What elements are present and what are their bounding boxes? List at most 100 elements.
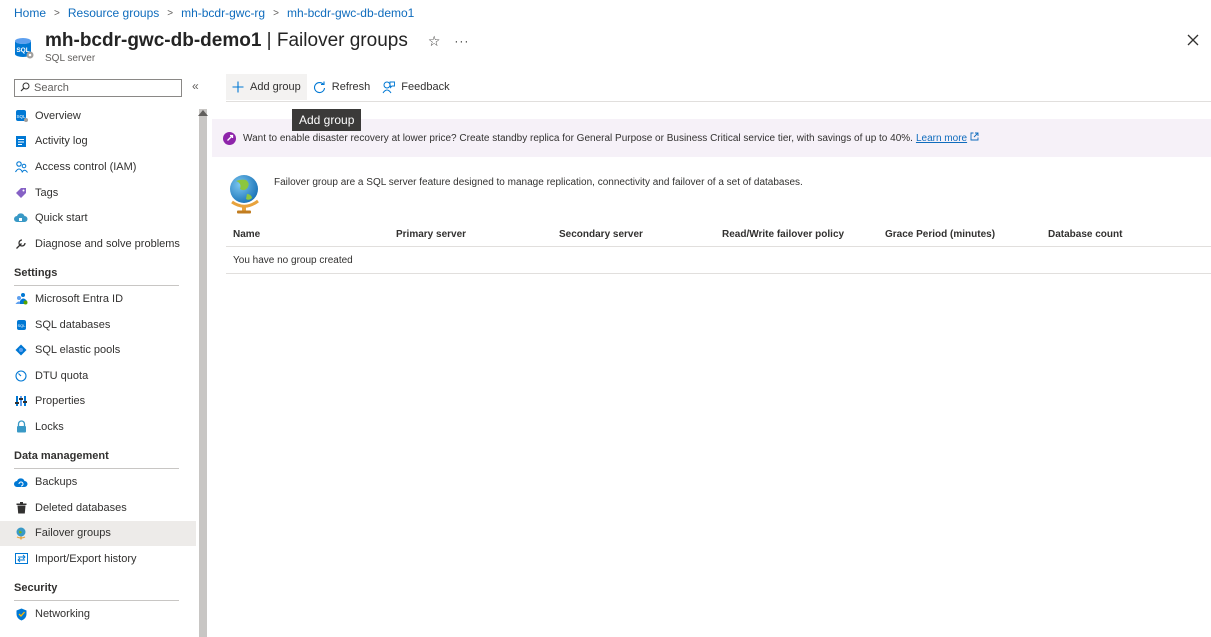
- sql-server-icon: SQL: [14, 37, 34, 59]
- banner-text: Want to enable disaster recovery at lowe…: [243, 132, 913, 144]
- learn-more-link[interactable]: Learn more: [916, 133, 967, 144]
- sidebar-item-locks[interactable]: Locks: [0, 414, 196, 440]
- empty-state-row: You have no group created: [226, 247, 1211, 274]
- sidebar-item-diagnose[interactable]: Diagnose and solve problems: [0, 231, 196, 257]
- gauge-icon: [14, 369, 28, 383]
- breadcrumb-home[interactable]: Home: [14, 6, 46, 20]
- globe-icon: [14, 526, 28, 540]
- feedback-button[interactable]: Feedback: [376, 74, 455, 100]
- section-settings: Settings: [0, 257, 196, 286]
- svg-text:SQL: SQL: [17, 323, 26, 328]
- chevron-right-icon: >: [167, 7, 174, 19]
- sidebar-item-deleted-databases[interactable]: Deleted databases: [0, 495, 196, 521]
- search-input[interactable]: [30, 82, 170, 94]
- column-header-grace-period[interactable]: Grace Period (minutes): [878, 229, 1041, 240]
- rocket-icon: [223, 131, 236, 145]
- sidebar-item-label: Import/Export history: [35, 552, 137, 565]
- column-header-name[interactable]: Name: [226, 229, 389, 240]
- import-export-icon: [14, 552, 28, 566]
- sidebar: « SQL Overview Activity log Access contr…: [0, 76, 210, 637]
- sidebar-item-properties[interactable]: Properties: [0, 389, 196, 415]
- page-title: mh-bcdr-gwc-db-demo1 | Failover groups: [45, 30, 408, 52]
- properties-icon: [14, 394, 28, 408]
- close-icon[interactable]: [1183, 30, 1203, 50]
- elastic-pool-icon: [14, 343, 28, 357]
- breadcrumb-resource-groups[interactable]: Resource groups: [68, 6, 159, 20]
- sidebar-item-tags[interactable]: Tags: [0, 180, 196, 206]
- sidebar-item-failover-groups[interactable]: Failover groups: [0, 520, 196, 547]
- sidebar-item-quick-start[interactable]: Quick start: [0, 205, 196, 231]
- more-options-icon[interactable]: ···: [454, 34, 469, 48]
- sidebar-item-label: Deleted databases: [35, 501, 127, 514]
- intro-text: Failover group are a SQL server feature …: [274, 177, 803, 188]
- chevron-right-icon: >: [54, 7, 60, 19]
- sidebar-item-label: SQL databases: [35, 318, 111, 331]
- table-header: Name Primary server Secondary server Rea…: [226, 223, 1211, 247]
- backup-cloud-icon: [14, 475, 28, 489]
- sidebar-item-networking[interactable]: Networking: [0, 601, 196, 627]
- refresh-icon: [313, 81, 326, 94]
- page-header: SQL mh-bcdr-gwc-db-demo1 | Failover grou…: [14, 29, 469, 64]
- sidebar-item-dtu-quota[interactable]: DTU quota: [0, 363, 196, 389]
- chevron-right-icon: >: [273, 7, 279, 19]
- feedback-icon: [382, 81, 396, 94]
- feedback-label: Feedback: [401, 81, 450, 93]
- section-data-management: Data management: [0, 440, 196, 469]
- scroll-up-arrow-icon[interactable]: [198, 110, 208, 116]
- sql-db-icon: SQL: [14, 318, 28, 332]
- failover-groups-table: Name Primary server Secondary server Rea…: [226, 223, 1211, 274]
- page-name: | Failover groups: [266, 30, 408, 51]
- sidebar-item-overview[interactable]: SQL Overview: [0, 103, 196, 129]
- collapse-sidebar-icon[interactable]: «: [192, 79, 199, 93]
- add-group-tooltip: Add group: [292, 109, 362, 131]
- lock-icon: [14, 420, 28, 434]
- sidebar-item-label: Backups: [35, 476, 78, 489]
- add-group-button[interactable]: Add group: [226, 74, 307, 100]
- favorite-star-icon[interactable]: ☆: [428, 33, 441, 50]
- section-security: Security: [0, 572, 196, 601]
- sidebar-item-label: Properties: [35, 395, 86, 408]
- sidebar-item-label: Access control (IAM): [35, 160, 137, 173]
- sql-server-icon: SQL: [14, 109, 28, 123]
- column-header-database-count[interactable]: Database count: [1041, 229, 1204, 240]
- breadcrumb-resource-group[interactable]: mh-bcdr-gwc-rg: [181, 6, 265, 20]
- plus-icon: [232, 81, 244, 93]
- refresh-label: Refresh: [331, 81, 371, 93]
- sidebar-nav: SQL Overview Activity log Access control…: [0, 103, 196, 627]
- add-group-label: Add group: [250, 81, 301, 93]
- promo-banner: Want to enable disaster recovery at lowe…: [212, 119, 1211, 157]
- sidebar-item-backups[interactable]: Backups: [0, 469, 196, 495]
- breadcrumb: Home > Resource groups > mh-bcdr-gwc-rg …: [14, 6, 414, 20]
- sidebar-item-label: Failover groups: [35, 527, 111, 540]
- cloud-icon: [14, 211, 28, 225]
- resource-type: SQL server: [45, 53, 96, 64]
- entra-icon: [14, 292, 28, 306]
- sidebar-search: [14, 79, 182, 97]
- shield-icon: [14, 607, 28, 621]
- tag-icon: [14, 186, 28, 200]
- people-icon: [14, 160, 28, 174]
- sidebar-item-label: Activity log: [35, 135, 88, 148]
- refresh-button[interactable]: Refresh: [307, 74, 377, 100]
- resource-name: mh-bcdr-gwc-db-demo1: [45, 30, 262, 51]
- activity-log-icon: [14, 134, 28, 148]
- command-bar: Add group Refresh Feedback: [226, 74, 456, 100]
- sidebar-item-label: DTU quota: [35, 369, 89, 382]
- sidebar-item-label: Diagnose and solve problems: [35, 237, 180, 250]
- sidebar-scrollbar[interactable]: [199, 109, 207, 637]
- sidebar-item-activity-log[interactable]: Activity log: [0, 129, 196, 155]
- sidebar-item-elastic-pools[interactable]: SQL elastic pools: [0, 337, 196, 363]
- column-header-secondary-server[interactable]: Secondary server: [552, 229, 715, 240]
- column-header-primary-server[interactable]: Primary server: [389, 229, 552, 240]
- sidebar-item-sql-databases[interactable]: SQL SQL databases: [0, 312, 196, 338]
- sidebar-item-entra-id[interactable]: Microsoft Entra ID: [0, 286, 196, 312]
- column-header-failover-policy[interactable]: Read/Write failover policy: [715, 229, 878, 240]
- sidebar-item-label: Tags: [35, 186, 59, 199]
- external-link-icon: [970, 132, 979, 144]
- toolbar-divider: [226, 101, 1211, 102]
- sidebar-item-access-control[interactable]: Access control (IAM): [0, 154, 196, 180]
- breadcrumb-server[interactable]: mh-bcdr-gwc-db-demo1: [287, 6, 414, 20]
- sidebar-item-label: Microsoft Entra ID: [35, 292, 124, 305]
- trash-icon: [14, 501, 28, 515]
- sidebar-item-import-export[interactable]: Import/Export history: [0, 546, 196, 572]
